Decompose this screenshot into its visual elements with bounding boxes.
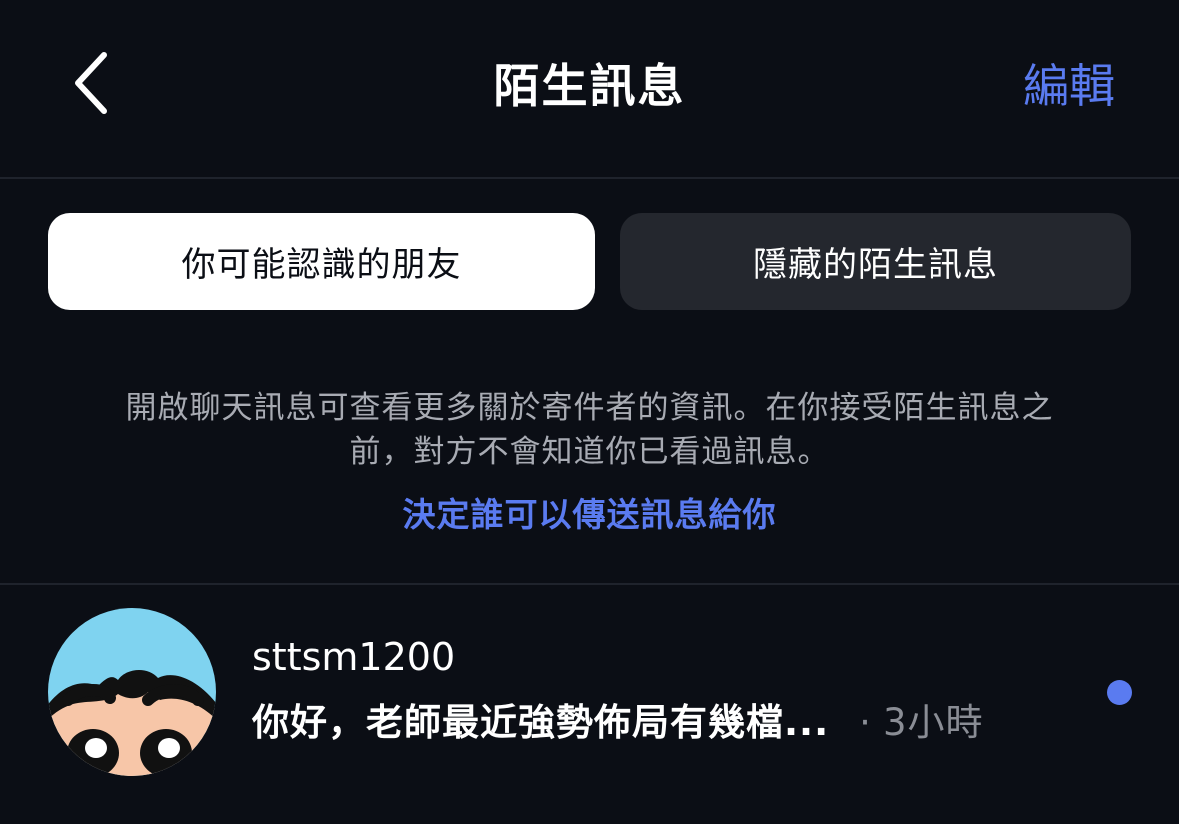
header: 陌生訊息 編輯 bbox=[0, 0, 1179, 177]
edit-button[interactable]: 編輯 bbox=[1023, 50, 1115, 116]
tab-hidden-requests[interactable]: 隱藏的陌生訊息 bbox=[620, 213, 1131, 310]
message-controls-link[interactable]: 決定誰可以傳送訊息給你 bbox=[0, 488, 1179, 536]
message-request-row[interactable]: sttsm1200 你好，老師最近強勢佈局有幾檔... · 3小時 bbox=[0, 585, 1179, 805]
message-time: 3小時 bbox=[882, 701, 984, 744]
message-preview: 你好，老師最近強勢佈局有幾檔... bbox=[252, 701, 830, 744]
time-separator: · bbox=[859, 701, 871, 744]
avatar-image bbox=[48, 608, 216, 776]
info-line-2: 前，對方不會知道你已看過訊息。 bbox=[349, 434, 830, 470]
unread-dot-icon bbox=[1107, 680, 1132, 705]
info-line-1: 開啟聊天訊息可查看更多關於寄件者的資訊。在你接受陌生訊息之 bbox=[125, 390, 1054, 426]
info-text: 開啟聊天訊息可查看更多關於寄件者的資訊。在你接受陌生訊息之 前，對方不會知道你已… bbox=[60, 386, 1119, 474]
message-preview-line: 你好，老師最近強勢佈局有幾檔... · 3小時 bbox=[252, 692, 983, 746]
page-title: 陌生訊息 bbox=[493, 59, 686, 113]
header-divider bbox=[0, 177, 1179, 179]
avatar[interactable] bbox=[48, 608, 216, 776]
message-requests-screen: 陌生訊息 編輯 你可能認識的朋友 隱藏的陌生訊息 開啟聊天訊息可查看更多關於寄件… bbox=[0, 0, 1179, 824]
username: sttsm1200 bbox=[252, 635, 456, 679]
tab-suggested-friends[interactable]: 你可能認識的朋友 bbox=[48, 213, 595, 310]
